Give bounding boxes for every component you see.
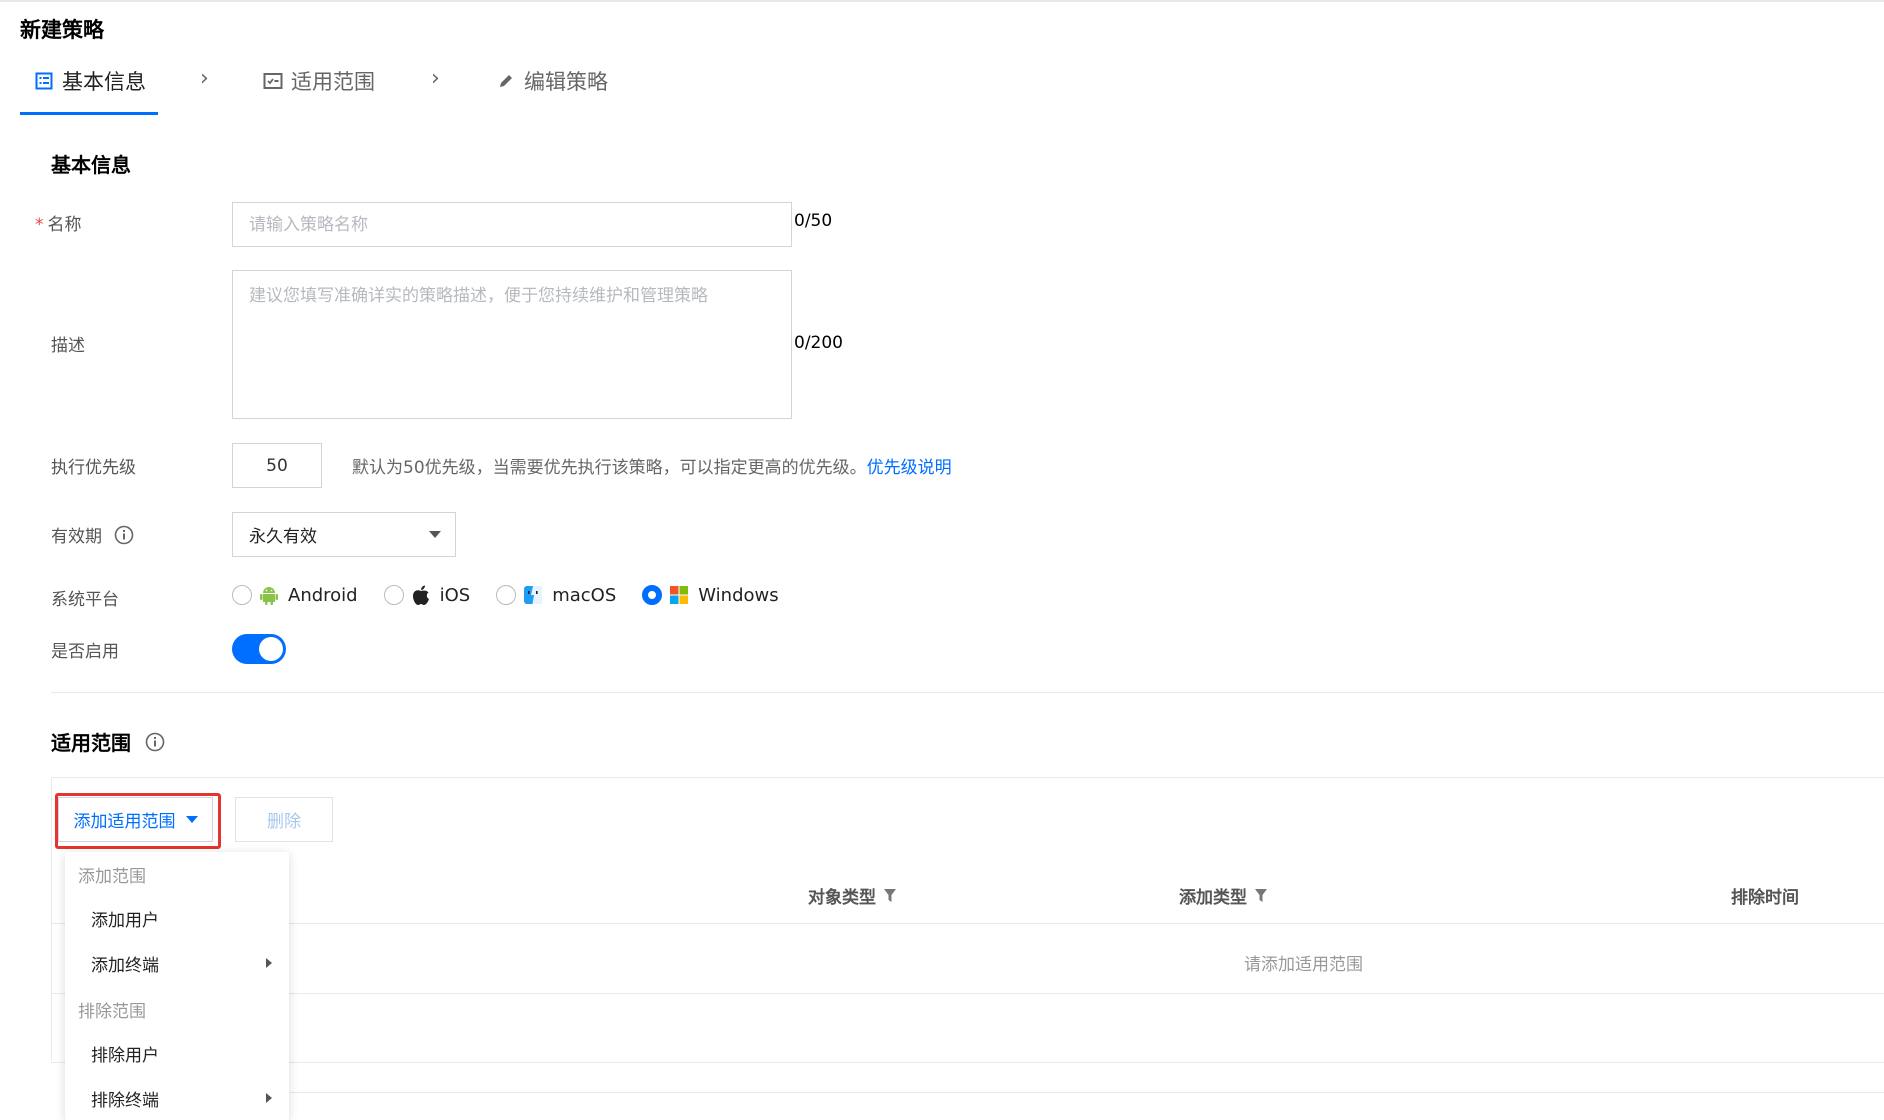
platform-option-macos[interactable]: macOS [496, 584, 616, 606]
chevron-down-icon [429, 531, 441, 538]
menu-group-title: 排除范围 [78, 1002, 146, 1022]
step-label: 编辑策略 [524, 70, 608, 94]
apple-icon [410, 584, 432, 606]
validity-label-text: 有效期 [51, 527, 102, 547]
info-icon[interactable] [114, 525, 134, 545]
platform-option-label: Android [288, 584, 358, 606]
toggle-knob [259, 637, 283, 661]
column-header-add-type[interactable]: 添加类型 [1179, 883, 1267, 908]
name-input[interactable] [232, 202, 792, 247]
highlight-box [55, 793, 221, 849]
step-scope[interactable]: 适用范围 [263, 66, 375, 96]
radio-button[interactable] [496, 585, 517, 605]
validity-label: 有效期 [51, 522, 134, 547]
platform-option-android[interactable]: Android [232, 584, 358, 606]
platform-option-windows[interactable]: Windows [642, 584, 779, 606]
menu-item-add-terminal[interactable]: 添加终端 [91, 951, 159, 976]
menu-item-exclude-terminal[interactable]: 排除终端 [91, 1086, 159, 1111]
platform-option-ios[interactable]: iOS [383, 584, 471, 606]
name-label: * 名称 [35, 210, 82, 235]
description-counter: 0/200 [794, 333, 843, 353]
platform-option-label: iOS [439, 584, 471, 606]
column-header-object-type[interactable]: 对象类型 [808, 883, 896, 908]
empty-state-text: 请添加适用范围 [1244, 955, 1363, 975]
chevron-right-icon: › [200, 66, 209, 91]
priority-hint-text: 默认为50优先级，当需要优先执行该策略，可以指定更高的优先级。 [352, 458, 867, 478]
platform-option-label: Windows [698, 584, 779, 606]
menu-item-exclude-user[interactable]: 排除用户 [91, 1041, 159, 1066]
column-header-label: 对象类型 [808, 888, 876, 908]
info-icon[interactable] [145, 732, 165, 752]
description-textarea[interactable] [232, 270, 792, 419]
add-scope-dropdown-menu: 添加范围 添加用户 添加终端 排除范围 排除用户 排除终端 [65, 852, 289, 1120]
validity-select[interactable]: 永久有效 [232, 512, 456, 557]
scope-panel-top-border [51, 777, 1884, 778]
finder-icon [522, 584, 544, 606]
submenu-arrow-icon [266, 1093, 272, 1103]
page-title: 新建策略 [20, 18, 104, 42]
scope-panel-left-border [51, 777, 52, 1060]
enabled-toggle[interactable] [232, 634, 286, 664]
platform-radio-group: Android iOS macOS Windows [232, 584, 805, 606]
android-icon [258, 584, 280, 606]
priority-hint: 默认为50优先级，当需要优先执行该策略，可以指定更高的优先级。优先级说明 [352, 453, 952, 478]
priority-input[interactable] [232, 443, 322, 488]
delete-button[interactable]: 删除 [235, 797, 333, 842]
section-divider [51, 692, 1884, 693]
step-edit-policy[interactable]: 编辑策略 [496, 66, 608, 96]
description-label: 描述 [51, 336, 85, 356]
windows-icon [668, 584, 690, 606]
column-header-exclude-time: 排除时间 [1731, 888, 1799, 908]
priority-label: 执行优先级 [51, 458, 136, 478]
column-header-label: 添加类型 [1179, 888, 1247, 908]
filter-icon[interactable] [1255, 888, 1267, 903]
enabled-label: 是否启用 [51, 642, 119, 662]
table-header-divider [51, 923, 1884, 924]
panel-bottom-divider [290, 1092, 1884, 1093]
menu-item-add-user[interactable]: 添加用户 [91, 906, 159, 931]
name-counter: 0/50 [794, 211, 833, 231]
priority-help-link[interactable]: 优先级说明 [867, 458, 952, 478]
basic-info-heading: 基本信息 [51, 153, 131, 177]
radio-button[interactable] [383, 585, 404, 605]
calendar-check-icon [263, 71, 283, 91]
pencil-icon [496, 71, 516, 91]
platform-option-label: macOS [552, 584, 617, 606]
platform-label: 系统平台 [51, 590, 119, 610]
scope-heading: 适用范围 [51, 727, 165, 756]
list-icon [34, 71, 54, 91]
step-label: 基本信息 [62, 70, 146, 94]
step-label: 适用范围 [291, 70, 375, 94]
name-label-text: 名称 [47, 215, 82, 235]
active-step-underline [20, 112, 158, 115]
required-mark: * [35, 215, 44, 235]
validity-selected-value: 永久有效 [249, 527, 317, 547]
radio-button-checked[interactable] [642, 585, 663, 605]
table-bottom-divider [51, 1062, 1884, 1063]
radio-button[interactable] [232, 585, 252, 605]
chevron-right-icon: › [431, 66, 440, 91]
submenu-arrow-icon [266, 958, 272, 968]
scope-heading-text: 适用范围 [51, 731, 131, 755]
filter-icon[interactable] [884, 888, 896, 903]
menu-group-title: 添加范围 [78, 867, 146, 887]
top-border [0, 0, 1884, 2]
step-basic-info[interactable]: 基本信息 [34, 66, 146, 96]
table-row-divider [51, 993, 1884, 994]
